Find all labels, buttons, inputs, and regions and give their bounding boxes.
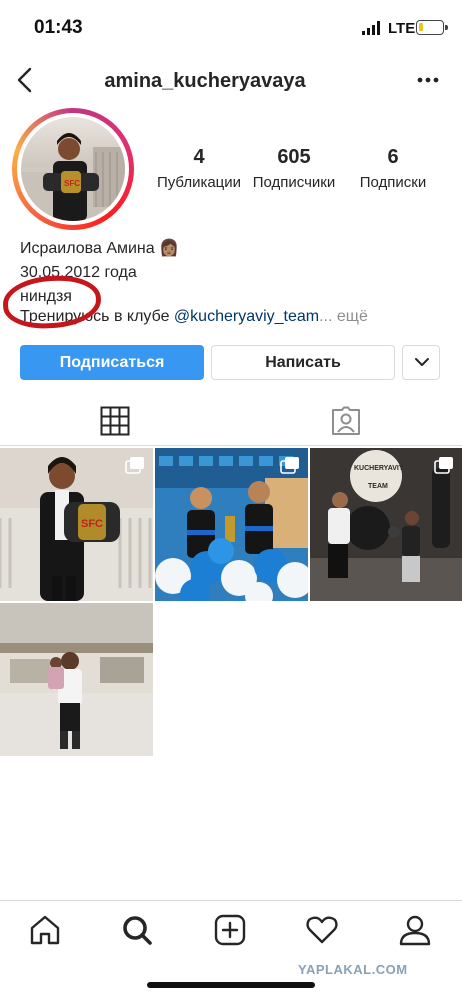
stat-following-count: 6 [387,146,399,168]
follow-button[interactable]: Подписаться [20,345,204,380]
profile-header: amina_kucheryavaya [0,58,462,106]
stat-posts-count: 4 [193,146,205,168]
carousel-icon [125,457,144,474]
search-icon[interactable] [120,913,154,947]
battery-cap [445,25,448,30]
stat-followers-count: 605 [277,146,311,168]
post-thumbnail[interactable] [155,448,308,601]
home-indicator [147,982,315,988]
carousel-icon [280,457,299,474]
add-post-icon[interactable] [213,913,247,947]
bio-more-link[interactable]: ... ещё [319,308,368,325]
stat-following-label: Подписки [359,174,427,191]
svg-text:SFC: SFC [64,179,80,188]
post-thumbnail[interactable]: KUCHERYAVIY TEAM [310,448,462,601]
stat-following[interactable]: 6 Подписки [345,146,441,191]
ellipsis-icon[interactable] [415,70,441,90]
stat-posts[interactable]: 4 Публикации [145,146,253,191]
svg-text:TEAM: TEAM [368,483,388,490]
status-bar: 01:43 LTE [0,0,462,56]
message-button[interactable]: Написать [211,345,395,380]
stat-followers-label: Подписчики [252,174,336,191]
stat-followers[interactable]: 605 Подписчики [249,146,339,191]
post-thumbnail[interactable]: SFC [0,448,153,601]
watermark: YAPLAKAL.COM [298,962,408,977]
profile-stats: 4 Публикации 605 Подписчики 6 Подписки [145,146,445,196]
profile-icon[interactable] [398,913,432,947]
tab-tagged[interactable] [231,394,462,446]
svg-text:SFC: SFC [81,518,103,530]
bio-name: Исраилова Амина 👩🏽 [20,240,180,257]
network-label: LTE [388,20,416,37]
avatar[interactable]: SFC [12,108,134,230]
home-icon[interactable] [28,913,62,947]
bottom-nav [0,900,462,962]
profile-username: amina_kucheryavaya [104,70,306,92]
suggestions-dropdown-button[interactable] [402,345,440,380]
tagged-person-icon [332,406,360,435]
post-thumbnail[interactable] [0,603,153,756]
chevron-down-icon [415,358,429,366]
grid-icon [100,406,130,436]
svg-text:KUCHERYAVIY: KUCHERYAVIY [354,465,404,472]
heart-icon[interactable] [305,913,339,947]
battery-icon [416,20,444,35]
signal-icon [362,21,380,35]
bio-mention-link[interactable]: @kucheryaviy_team [174,308,319,325]
carousel-icon [434,457,453,474]
stat-posts-label: Публикации [156,174,242,191]
tabs-divider [0,445,462,446]
profile-tabs [0,394,462,446]
avatar-photo: SFC [21,117,125,221]
tab-grid[interactable] [0,394,231,446]
status-time: 01:43 [34,17,83,38]
